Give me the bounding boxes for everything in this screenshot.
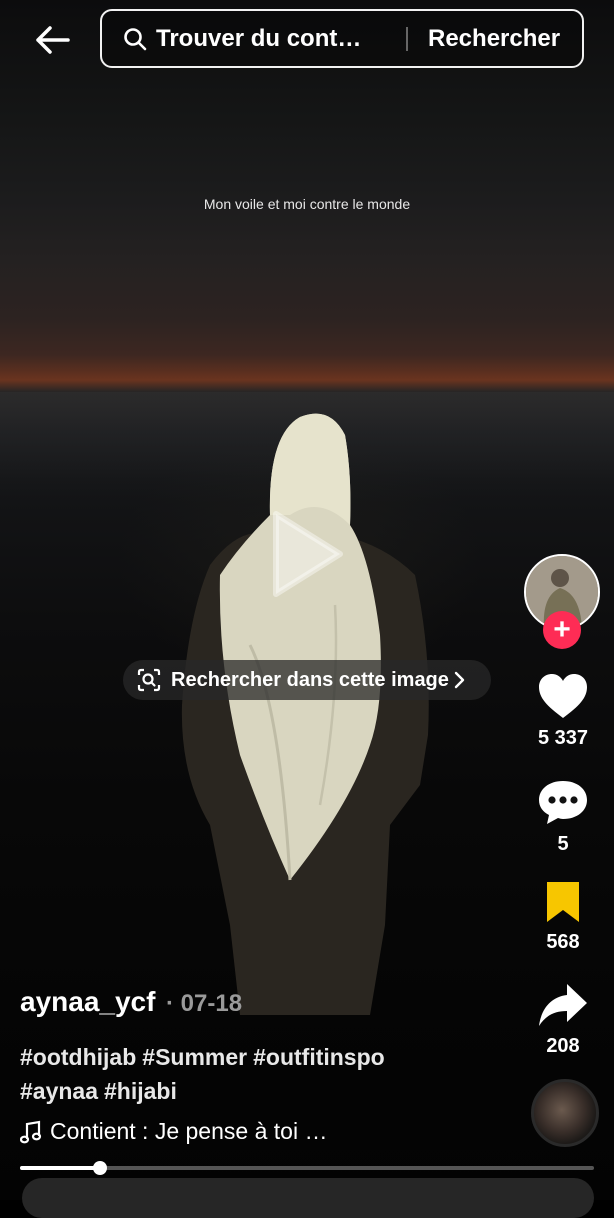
share-icon xyxy=(539,984,587,1026)
like-count: 5 337 xyxy=(537,727,589,749)
music-title: Contient : Je pense à toi … xyxy=(50,1118,328,1144)
bookmark-icon xyxy=(547,882,579,922)
heart-icon xyxy=(539,674,587,718)
hashtag[interactable]: #hijabi xyxy=(104,1078,177,1104)
search-input[interactable]: Trouver du cont… xyxy=(156,25,376,53)
hashtag[interactable]: #ootdhijab xyxy=(20,1044,136,1070)
video-text-overlay: Mon voile et moi contre le monde xyxy=(203,196,411,212)
chevron-right-icon xyxy=(454,671,465,689)
share-button[interactable]: 208 xyxy=(523,982,603,1058)
search-divider xyxy=(406,26,408,51)
search-button[interactable]: Rechercher xyxy=(428,25,560,53)
post-caption: #ootdhijab #Summer #outfitinspo #aynaa #hij… xyxy=(20,1040,500,1108)
search-in-image-label: Rechercher dans cette image xyxy=(171,668,449,691)
music-info[interactable]: Contient : Je pense à toi … xyxy=(20,1118,327,1145)
hashtag[interactable]: #outfitinspo xyxy=(253,1044,385,1070)
music-note-icon xyxy=(20,1120,42,1143)
bookmark-count: 568 xyxy=(546,931,580,953)
video-progress-fill xyxy=(20,1166,101,1170)
bookmark-button[interactable]: 568 xyxy=(523,880,603,954)
back-button[interactable] xyxy=(28,18,76,62)
video-progress-bar[interactable] xyxy=(20,1161,594,1175)
arrow-left-icon xyxy=(36,26,70,54)
hashtag[interactable]: #Summer xyxy=(142,1044,247,1070)
hashtag[interactable]: #aynaa xyxy=(20,1078,98,1104)
follow-button[interactable]: + xyxy=(543,611,581,649)
comment-button[interactable]: 5 xyxy=(523,778,603,856)
music-disc[interactable] xyxy=(531,1079,599,1147)
play-icon[interactable] xyxy=(272,510,344,598)
video-subject-figure xyxy=(181,413,429,1015)
creator-username[interactable]: aynaa_ycf xyxy=(20,986,155,1018)
scan-search-icon xyxy=(137,668,161,692)
post-date: · 07-18 xyxy=(166,990,243,1017)
comment-icon xyxy=(539,781,587,824)
search-bar[interactable]: Trouver du cont… Rechercher xyxy=(100,9,584,68)
search-icon xyxy=(122,26,148,52)
search-in-image-button[interactable]: Rechercher dans cette image xyxy=(123,660,491,700)
like-button[interactable]: 5 337 xyxy=(523,672,603,750)
share-count: 208 xyxy=(546,1035,580,1057)
bottom-comment-bar[interactable] xyxy=(22,1178,594,1218)
comment-count: 5 xyxy=(557,833,569,855)
